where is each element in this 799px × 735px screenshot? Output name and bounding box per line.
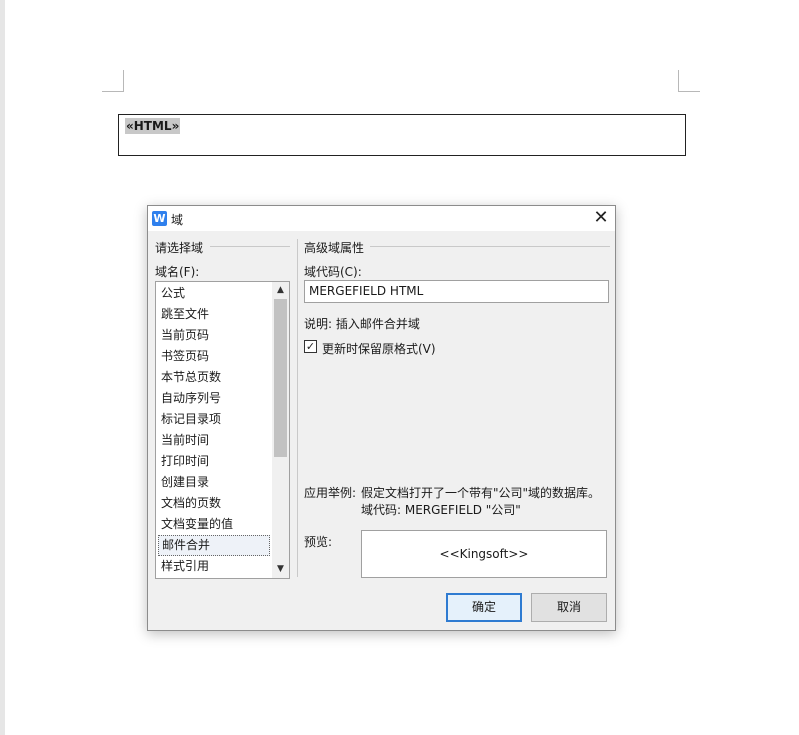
list-item[interactable]: 文档变量的值: [158, 514, 270, 535]
dialog-titlebar[interactable]: W 域 ✕: [148, 206, 615, 231]
list-item[interactable]: 当前时间: [158, 430, 270, 451]
list-item[interactable]: 样式引用: [158, 556, 270, 577]
scroll-up-icon[interactable]: ▲: [272, 282, 289, 299]
list-item[interactable]: 邮件合并: [158, 535, 270, 556]
list-item[interactable]: 本节总页数: [158, 367, 270, 388]
list-item[interactable]: 当前页码: [158, 325, 270, 346]
vertical-divider: [297, 239, 298, 577]
document-page: «HTML» W 域 ✕ 请选择域 域名(F): 公式 跳至文件 当前页码 书签页码本…: [0, 0, 799, 735]
wps-writer-icon: W: [152, 211, 167, 226]
list-item[interactable]: 标记目录项: [158, 409, 270, 430]
field-description: 说明: 插入邮件合并域: [304, 317, 420, 331]
advanced-group-label: 高级域属性: [304, 239, 369, 256]
preview-label: 预览:: [304, 535, 333, 549]
preview-text: <<Kingsoft>>: [439, 547, 529, 561]
group-divider: [210, 246, 290, 247]
merge-field[interactable]: «HTML»: [125, 118, 181, 134]
choose-field-group-label: 请选择域: [155, 239, 208, 256]
keep-format-label[interactable]: 更新时保留原格式(V): [322, 340, 436, 357]
close-icon[interactable]: ✕: [589, 206, 613, 231]
preview-box: <<Kingsoft>>: [361, 530, 607, 578]
list-item[interactable]: 公式: [158, 283, 270, 304]
list-item[interactable]: 文档的页数: [158, 493, 270, 514]
scroll-thumb[interactable]: [274, 299, 287, 457]
list-item[interactable]: 自动序列号: [158, 388, 270, 409]
list-item[interactable]: 打印时间: [158, 451, 270, 472]
dialog-title: 域: [171, 213, 184, 227]
document-table-cell[interactable]: «HTML»: [118, 114, 686, 156]
margin-corner-mark: [678, 70, 700, 92]
ok-button[interactable]: 确定: [446, 593, 522, 622]
list-item[interactable]: 书签页码: [158, 346, 270, 367]
group-divider: [370, 246, 610, 247]
field-dialog: W 域 ✕ 请选择域 域名(F): 公式 跳至文件 当前页码 书签页码 本节总页数 自动序…: [147, 205, 616, 631]
field-name-label: 域名(F):: [155, 265, 200, 279]
example-text-line2: 域代码: MERGEFIELD "公司": [361, 503, 521, 517]
keep-format-checkbox[interactable]: ✓: [304, 340, 317, 353]
example-label: 应用举例:: [304, 486, 357, 500]
list-scrollbar[interactable]: ▲ ▼: [272, 282, 289, 578]
margin-corner-mark: [102, 70, 124, 92]
example-text-line1: 假定文档打开了一个带有"公司"域的数据库。: [361, 486, 601, 500]
list-item[interactable]: 创建目录: [158, 472, 270, 493]
scroll-down-icon[interactable]: ▼: [272, 561, 289, 578]
cancel-button[interactable]: 取消: [531, 593, 607, 622]
field-name-list[interactable]: 公式 跳至文件 当前页码 书签页码 本节总页数 自动序列号 标记目录项 当前时间 打印时间 创建目…: [155, 281, 290, 579]
list-item[interactable]: 跳至文件: [158, 304, 270, 325]
field-code-label: 域代码(C):: [304, 265, 362, 279]
field-code-input[interactable]: MERGEFIELD HTML: [304, 280, 609, 303]
